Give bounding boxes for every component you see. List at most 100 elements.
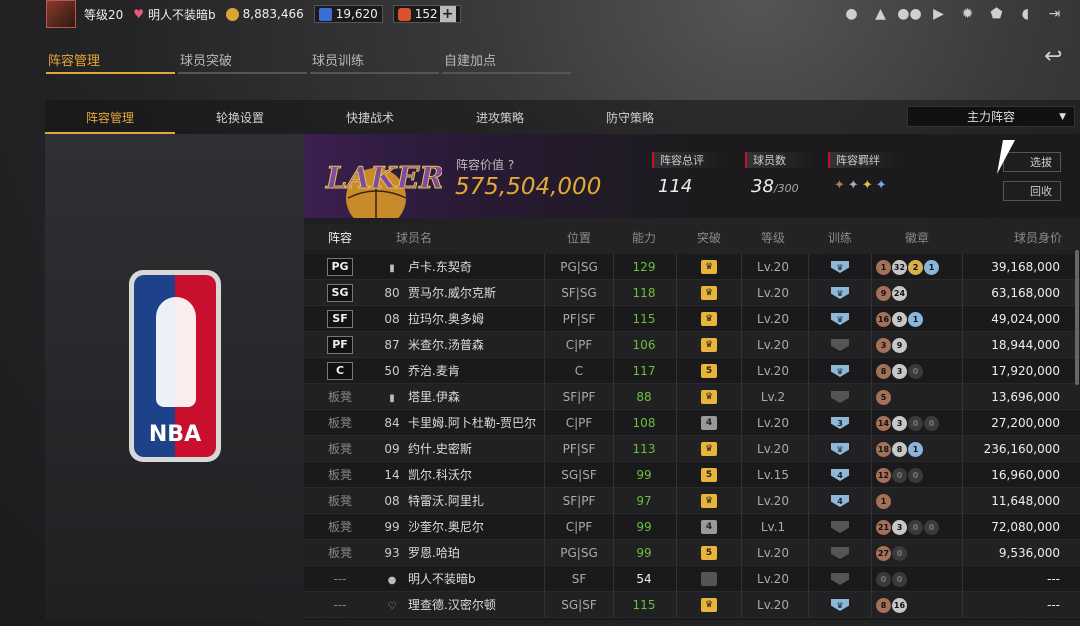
- shield-icon[interactable]: ⬟: [987, 4, 1006, 23]
- scrollbar[interactable]: [1075, 250, 1079, 385]
- header-lineup[interactable]: 阵容: [318, 229, 362, 246]
- table-row[interactable]: 板凳 14 凯尔.科沃尔 SG|SF 99 5 Lv.15 4 12 0 0 16,…: [304, 462, 1080, 488]
- headset-icon[interactable]: ◖: [1016, 4, 1035, 23]
- table-row[interactable]: PF 87 米查尔.汤普森 C|PF 106 ♛ Lv.20 39 18,944…: [304, 332, 1080, 358]
- exit-icon[interactable]: ⇥: [1045, 4, 1064, 23]
- lineup-slot[interactable]: PF: [318, 332, 362, 354]
- player-value: 63,168,000: [962, 280, 1062, 306]
- avatar[interactable]: [46, 0, 76, 28]
- player-value: ---: [962, 566, 1062, 592]
- badge-count: 8: [876, 363, 891, 379]
- jersey-cell: 84: [382, 410, 402, 436]
- header-badges[interactable]: 徽章: [872, 229, 962, 246]
- bench-label: 板凳: [327, 494, 352, 508]
- training-cell: ♛: [808, 280, 872, 306]
- table-row[interactable]: C 50 乔治.麦肯 C 117 5 Lv.20 ♛ 830 17,920,00…: [304, 358, 1080, 384]
- table-row[interactable]: 板凳 09 约什.史密斯 PF|SF 113 ♛ Lv.20 ♛ 18 8 1 23…: [304, 436, 1080, 462]
- lineup-slot[interactable]: ---: [318, 592, 362, 618]
- table-row[interactable]: 板凳 08 特雷沃.阿里扎 SF|PF 97 ♛ Lv.20 4 1 11,64…: [304, 488, 1080, 514]
- username: 明人不装暗b: [148, 7, 216, 22]
- bond-icons[interactable]: ✦ ✦ ✦ ✦: [834, 178, 898, 193]
- crown-icon: ♛: [701, 598, 717, 612]
- lineup-slot[interactable]: 板凳: [318, 514, 362, 540]
- lineup-slot[interactable]: 板凳: [318, 462, 362, 488]
- header-breakthrough[interactable]: 突破: [676, 229, 742, 246]
- lineup-slot[interactable]: SF: [318, 306, 362, 328]
- tab-custom-points[interactable]: 自建加点: [442, 46, 571, 74]
- table-row[interactable]: 板凳 99 沙奎尔.奥尼尔 C|PF 99 4 Lv.1 21 3 0 0 72,08…: [304, 514, 1080, 540]
- video-icon[interactable]: ▶: [929, 4, 948, 23]
- table-row[interactable]: SF 08 拉玛尔.奥多姆 PF|SF 115 ♛ Lv.20 ♛ 16 9 1 4…: [304, 306, 1080, 332]
- tab-player-breakthrough[interactable]: 球员突破: [178, 46, 307, 74]
- player-name[interactable]: 卡里姆.阿卜杜勒-贾巴尔: [408, 410, 548, 436]
- badge-count: 3: [892, 363, 907, 379]
- table-row[interactable]: PG ▮ 卢卡.东契奇 PG|SG 129 ♛ Lv.20 ♛ 1 32 2 1 39…: [304, 254, 1080, 280]
- jersey-number: 09: [384, 442, 400, 456]
- table-row[interactable]: 板凳 84 卡里姆.阿卜杜勒-贾巴尔 C|PF 108 4 Lv.20 3 14…: [304, 410, 1080, 436]
- header-training[interactable]: 训练: [808, 229, 872, 246]
- lineup-slot[interactable]: 板凳: [318, 384, 362, 410]
- badges-cell: 830: [872, 358, 962, 384]
- player-ability: 97: [636, 494, 652, 508]
- player-level: Lv.15: [757, 468, 789, 482]
- player-name[interactable]: 约什.史密斯: [408, 436, 548, 462]
- gear-icon[interactable]: ✹: [958, 4, 977, 23]
- subtab-defense[interactable]: 防守策略: [565, 102, 695, 134]
- player-name[interactable]: 明人不装暗b: [408, 566, 548, 592]
- subtab-offense[interactable]: 进攻策略: [435, 102, 565, 134]
- profile-icon[interactable]: ●: [842, 4, 861, 23]
- lineup-slot[interactable]: 板凳: [318, 410, 362, 436]
- player-name[interactable]: 乔治.麦肯: [408, 358, 548, 384]
- player-name[interactable]: 拉玛尔.奥多姆: [408, 306, 548, 332]
- lineup-select[interactable]: 主力阵容 ▼: [907, 106, 1075, 127]
- table-row[interactable]: SG 80 贾马尔.威尔克斯 SF|SG 118 ♛ Lv.20 ♛ 9 24 6…: [304, 280, 1080, 306]
- table-row[interactable]: --- ♡ 理查德.汉密尔顿 SG|SF 115 ♛ Lv.20 ♛ 8 16 -…: [304, 592, 1080, 618]
- player-ability: 99: [636, 468, 652, 482]
- player-name[interactable]: 罗恩.哈珀: [408, 540, 548, 566]
- lineup-slot[interactable]: 板凳: [318, 436, 362, 462]
- table-row[interactable]: --- ● 明人不装暗b SF 54 Lv.20 00 ---: [304, 566, 1080, 592]
- player-level: Lv.1: [760, 520, 786, 534]
- badges-cell: 16 9 1: [872, 306, 962, 332]
- back-arrow-icon[interactable]: ↩: [1044, 44, 1074, 69]
- lineup-slot[interactable]: C: [318, 358, 362, 380]
- subtab-rotation[interactable]: 轮换设置: [175, 102, 305, 134]
- training-cell: [808, 332, 872, 358]
- bell-icon[interactable]: ▲: [871, 4, 890, 23]
- player-name[interactable]: 塔里.伊森: [408, 384, 548, 410]
- table-row[interactable]: 板凳 93 罗恩.哈珀 PG|SG 99 5 Lv.20 27 0 9,536,0…: [304, 540, 1080, 566]
- player-name[interactable]: 凯尔.科沃尔: [408, 462, 548, 488]
- player-position: SF: [544, 566, 614, 592]
- breakthrough-cell: ♛: [676, 488, 742, 514]
- badge-count: 21: [876, 519, 891, 535]
- badge-count: 8: [892, 441, 907, 457]
- lineup-slot[interactable]: 板凳: [318, 488, 362, 514]
- help-icon[interactable]: ?: [508, 158, 514, 172]
- player-name[interactable]: 卢卡.东契奇: [408, 254, 548, 280]
- tab-player-training[interactable]: 球员训练: [310, 46, 439, 74]
- lineup-slot[interactable]: PG: [318, 254, 362, 276]
- subtab-lineup[interactable]: 阵容管理: [45, 102, 175, 134]
- svg-text:LAKERS: LAKERS: [325, 161, 442, 196]
- training-cell: ♛: [808, 254, 872, 280]
- lineup-slot[interactable]: 板凳: [318, 540, 362, 566]
- badge-count: 5: [876, 389, 891, 405]
- player-name[interactable]: 理查德.汉密尔顿: [408, 592, 548, 618]
- tab-lineup-management[interactable]: 阵容管理: [46, 46, 175, 74]
- lineup-slot[interactable]: ---: [318, 566, 362, 592]
- add-currency-button[interactable]: +: [439, 6, 456, 22]
- lineup-slot[interactable]: SG: [318, 280, 362, 302]
- header-value[interactable]: 球员身价: [962, 229, 1062, 246]
- player-name[interactable]: 特雷沃.阿里扎: [408, 488, 548, 514]
- table-row[interactable]: 板凳 ▮ 塔里.伊森 SF|PF 88 ♛ Lv.2 5 13,696,000: [304, 384, 1080, 410]
- subtab-quick-tactics[interactable]: 快捷战术: [305, 102, 435, 134]
- recycle-button[interactable]: 回收: [1003, 181, 1061, 201]
- friends-icon[interactable]: ●●: [897, 4, 921, 23]
- header-ability[interactable]: 能力: [614, 229, 674, 246]
- player-name[interactable]: 米查尔.汤普森: [408, 332, 548, 358]
- player-name[interactable]: 沙奎尔.奥尼尔: [408, 514, 548, 540]
- main-tabs: 阵容管理 球员突破 球员训练 自建加点: [46, 46, 574, 74]
- header-level[interactable]: 等级: [742, 229, 804, 246]
- header-position[interactable]: 位置: [544, 229, 614, 246]
- player-name[interactable]: 贾马尔.威尔克斯: [408, 280, 548, 306]
